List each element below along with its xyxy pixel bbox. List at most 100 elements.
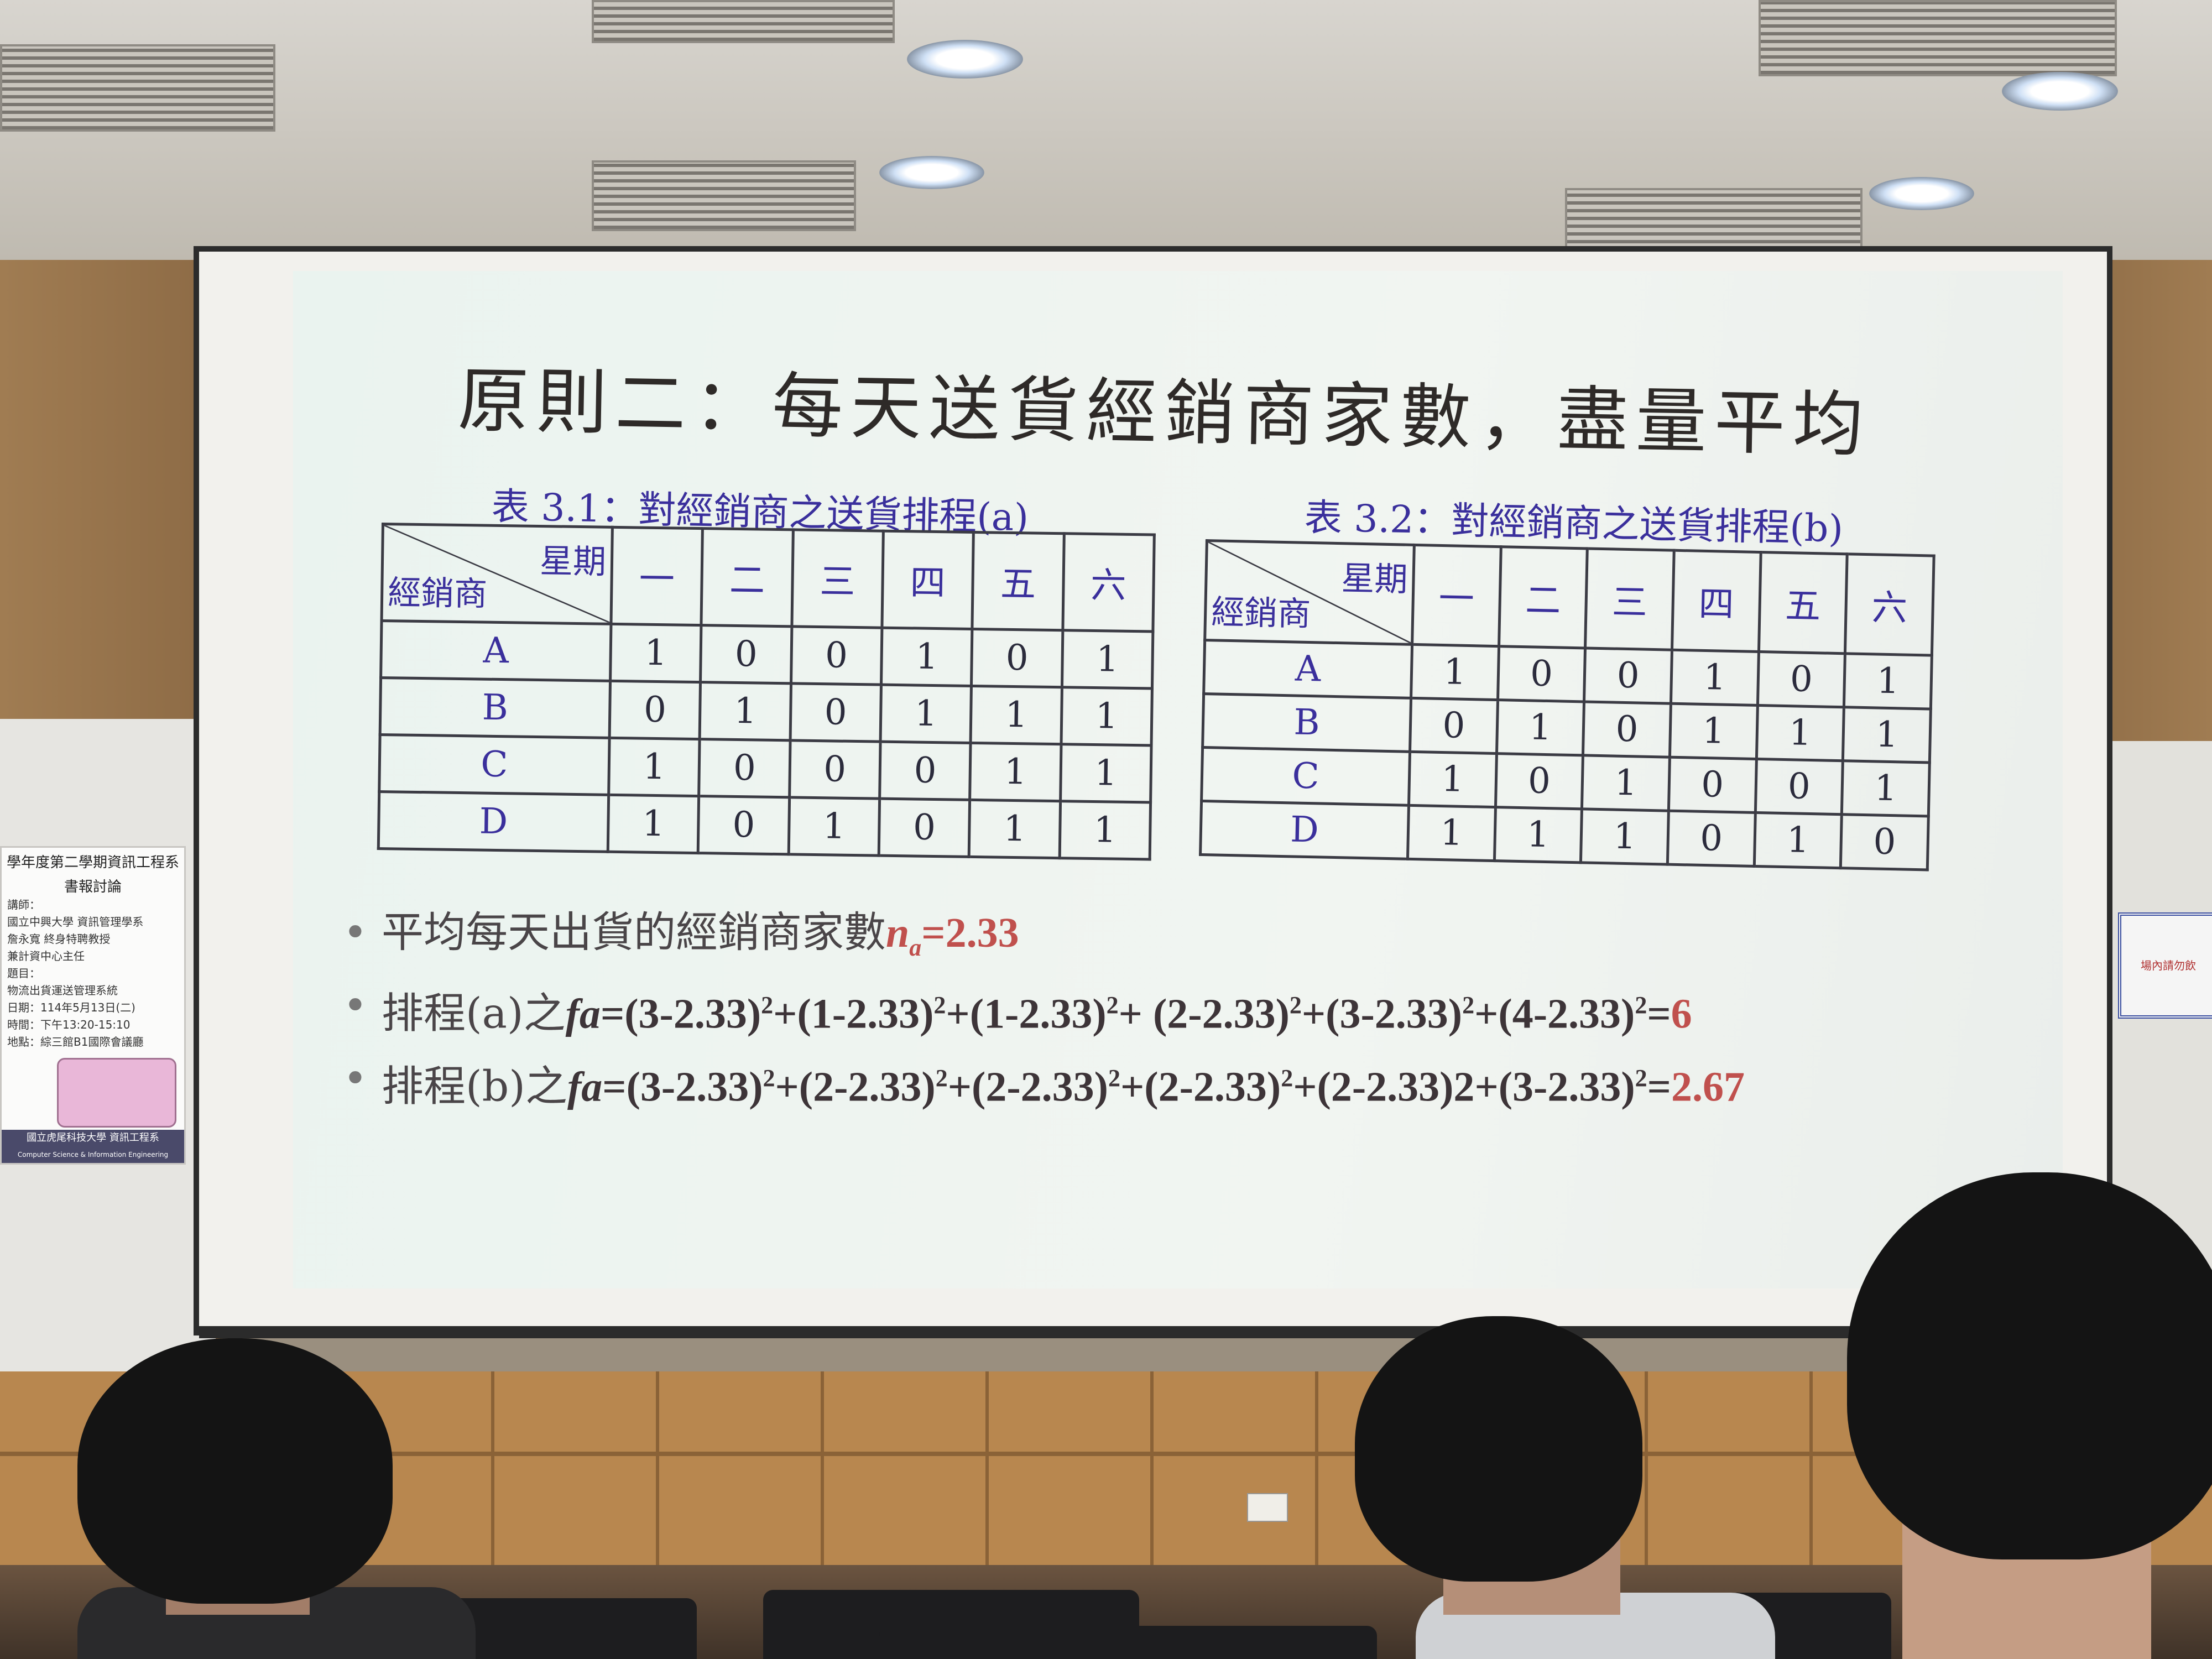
value-cell: 0	[698, 739, 790, 797]
value-cell: 0	[609, 681, 701, 739]
value-cell: 0	[1410, 698, 1498, 754]
ceiling-vent	[592, 0, 895, 43]
poster-line: 講師：	[7, 898, 40, 911]
bullet-average: 平均每天出貨的經銷商家數na=2.33	[343, 896, 2030, 969]
corner-day-label: 星期	[1340, 559, 1408, 599]
value-cell: 1	[608, 795, 699, 853]
exponent: 2	[761, 992, 774, 1019]
formula-term: +(2-2.33)	[947, 1063, 1108, 1110]
value-cell: 0	[1583, 701, 1671, 758]
bullet-text: 平均每天出貨的經銷商家數	[382, 907, 886, 957]
table-row: B 0 1 0 1 1 1	[380, 677, 1152, 745]
value-cell: 0	[1755, 759, 1843, 815]
exponent: 2	[1281, 1065, 1293, 1092]
no-drinking-sign: 場內請勿飲	[2118, 912, 2212, 1019]
value-cell: 0	[1495, 753, 1583, 809]
corner-vendor-label: 經銷商	[387, 573, 488, 614]
value-cell: 1	[1494, 807, 1582, 863]
table-row: C 1 0 0 0 1 1	[379, 734, 1152, 802]
ceiling-light	[879, 156, 984, 189]
day-header: 三	[1585, 548, 1674, 650]
variable-fa: fa	[565, 990, 601, 1037]
value-cell: 1	[1582, 755, 1670, 811]
exponent: 2	[1462, 992, 1475, 1019]
value-cell: 1	[1671, 650, 1759, 706]
poster-line: 詹永寬 終身特聘教授	[7, 932, 111, 946]
table-row: A 1 0 0 1 0 1	[380, 620, 1153, 688]
poster-line: 兼計資中心主任	[7, 950, 85, 963]
day-header: 五	[972, 532, 1064, 630]
value-cell: 1	[1407, 805, 1496, 861]
presentation-slide: 原則二：每天送貨經銷商家數，盡量平均 表 3.1：對經銷商之送貨排程(a) 表 …	[293, 271, 2063, 1288]
ceiling-light	[907, 40, 1023, 79]
day-header: 一	[1412, 545, 1501, 646]
formula-term: +(4-2.33)	[1474, 990, 1635, 1037]
value-cell: 1	[1580, 808, 1669, 865]
poster-line: 國立中興大學 資訊管理學系	[7, 915, 144, 928]
value-cell: 1	[1496, 700, 1584, 755]
ceiling-vent	[1759, 0, 2117, 76]
value-cell: 0	[700, 625, 792, 684]
value-cell: 1	[971, 686, 1062, 744]
value-cell: 1	[1841, 760, 1930, 816]
formula-term: +(2-2.33)2	[1293, 1063, 1475, 1110]
value-cell: 1	[881, 628, 973, 686]
value-cell: 1	[1843, 707, 1931, 763]
vendor-cell: B	[380, 677, 611, 738]
ceiling-vent	[1565, 188, 1863, 253]
variable-n: n	[886, 910, 910, 956]
corner-day-label: 星期	[539, 542, 607, 582]
vendor-cell: D	[1200, 801, 1409, 859]
poster-line: 題目：	[7, 967, 40, 980]
formula-term: +(3-2.33)	[1301, 990, 1463, 1037]
value-cell: 0	[791, 626, 882, 685]
exponent: 2	[1635, 1065, 1647, 1092]
value-cell: 1	[700, 682, 791, 740]
schedule-table-b: 星期 經銷商 一 二 三 四 五 六 A 1 0 0 1 0 1 B 0 1 0…	[1199, 539, 1936, 872]
vendor-cell: A	[1203, 640, 1412, 698]
value-cell: 0	[790, 683, 881, 742]
value-cell: 1	[1062, 630, 1153, 688]
poster-footer-line: Computer Science & Information Engineeri…	[17, 1151, 169, 1159]
vendor-cell: A	[380, 620, 611, 681]
day-header: 四	[1672, 550, 1761, 652]
bullet-text: 排程(b)之	[382, 1061, 567, 1111]
value-cell: 0	[698, 796, 790, 854]
value-cell: 1	[1756, 705, 1844, 761]
value-cell: 1	[969, 743, 1061, 801]
day-header: 一	[611, 527, 703, 625]
table-header-row: 星期 經銷商 一 二 三 四 五 六	[1204, 540, 1934, 656]
formula-term: =(3-2.33)	[602, 1063, 763, 1110]
screen-bottom-bar	[199, 1326, 2107, 1338]
value-cell: 1	[1670, 703, 1758, 759]
exponent: 2	[763, 1065, 775, 1092]
day-header: 四	[881, 531, 974, 629]
result-value: 6	[1671, 990, 1692, 1037]
formula-term: +(2-2.33)	[775, 1063, 936, 1110]
poster-subtitle: 書報討論	[64, 879, 122, 895]
day-header: 二	[1499, 546, 1588, 648]
value-cell: 0	[879, 799, 970, 857]
value-cell: 1	[1754, 812, 1842, 868]
table-row: D 1 0 1 0 1 1	[378, 791, 1151, 859]
value-cell: 0	[1840, 814, 1929, 870]
variable-fa: fa	[567, 1063, 603, 1110]
ceiling-light	[2002, 72, 2118, 111]
table-corner-cell: 星期 經銷商	[382, 524, 613, 624]
vendor-cell: B	[1202, 693, 1411, 752]
value-cell: 1	[1411, 644, 1499, 700]
equals-sign: =	[1647, 1063, 1671, 1110]
poster-line: 時間：下午13:20-15:10	[7, 1018, 131, 1031]
vendor-cell: C	[1201, 747, 1410, 806]
poster-line: 地點：綜三館B1國際會議廳	[7, 1035, 144, 1048]
result-value: 2.67	[1671, 1063, 1745, 1110]
schedule-table-a: 星期 經銷商 一 二 三 四 五 六 A 1 0 0 1 0 1 B 0 1 0…	[377, 523, 1156, 860]
ceiling-light	[1869, 177, 1974, 210]
power-outlet	[1247, 1493, 1288, 1522]
value-cell: 0	[1498, 646, 1585, 702]
audience-member-head	[77, 1338, 393, 1604]
table-corner-cell: 星期 經銷商	[1204, 540, 1415, 645]
truck-illustration	[57, 1058, 176, 1128]
poster-line: 物流出貨運送管理系統	[7, 984, 118, 997]
formula-term: + (2-2.33)	[1118, 990, 1290, 1037]
